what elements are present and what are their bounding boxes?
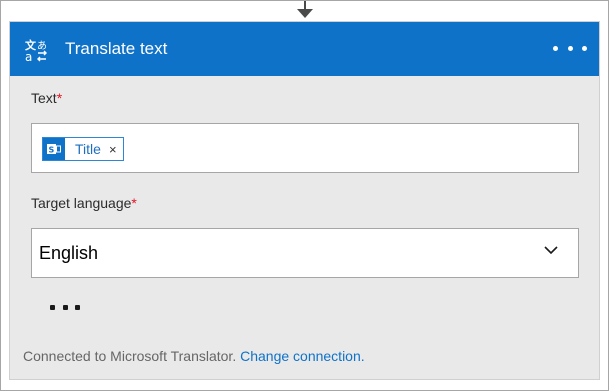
more-options-icon[interactable] [553,36,587,60]
token-remove-icon[interactable]: × [109,142,117,157]
required-mark: * [56,90,63,106]
connection-footer: Connected to Microsoft Translator. Chang… [23,348,365,364]
flow-connector-arrow-icon [297,9,313,18]
target-language-label: Target language* [31,195,137,211]
action-card: 文 あ a Translate text Text* S Title × Tar… [9,21,600,380]
designer-canvas: 文 あ a Translate text Text* S Title × Tar… [0,0,609,391]
dynamic-content-token[interactable]: S Title × [42,137,124,161]
translate-icon: 文 あ a [25,38,47,62]
sharepoint-icon: S [43,138,65,160]
action-card-header[interactable]: 文 あ a Translate text [10,22,599,76]
chevron-down-icon[interactable] [544,245,558,255]
token-label: Title [75,141,101,157]
svg-text:S: S [49,146,55,155]
svg-text:あ: あ [37,40,47,52]
change-connection-link[interactable]: Change connection. [240,348,365,364]
text-field-label: Text* [31,90,63,106]
ellipsis-icon[interactable] [50,302,80,312]
target-language-value: English [39,243,99,263]
text-input[interactable]: S Title × [31,123,579,173]
action-card-title: Translate text [65,39,168,58]
svg-text:a: a [25,50,32,62]
required-mark: * [131,195,137,211]
connection-status-text: Connected to Microsoft Translator. [23,348,237,364]
target-language-select[interactable]: English [31,228,579,278]
